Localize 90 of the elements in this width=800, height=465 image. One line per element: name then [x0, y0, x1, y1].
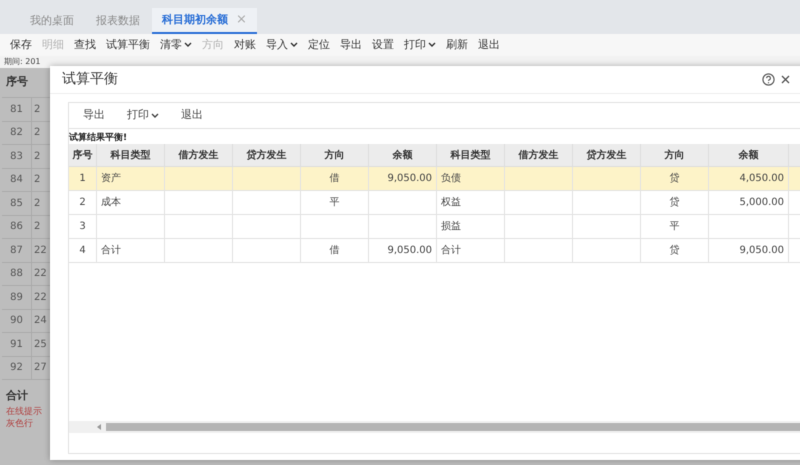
dialog-toolbar-button[interactable]: 打印	[127, 107, 159, 124]
column-header: 序号	[69, 144, 97, 166]
column-header: 方向	[301, 144, 369, 166]
grid-cell-text: 2	[33, 173, 42, 188]
toolbar-button[interactable]: 对账	[234, 36, 256, 54]
column-header: 科目类型	[437, 144, 505, 166]
column-header: 余额	[709, 144, 789, 166]
table-cell-text: 3	[79, 220, 86, 234]
grid-cell-text: 2	[33, 102, 42, 117]
table-cell-text: 贷	[670, 244, 680, 258]
grid-cell: 90	[2, 310, 32, 332]
grid-cell-text: 2	[33, 150, 42, 164]
table-cell-text: 合计	[101, 244, 121, 258]
result-message: 试算结果平衡!	[69, 133, 128, 144]
grid-cell-text: 25	[33, 338, 48, 352]
grid-cell-text: 24	[33, 314, 48, 328]
grid-cell-text: 22	[33, 267, 48, 282]
column-header: 方向	[641, 144, 709, 166]
grid-cell: 81	[2, 98, 32, 120]
tab[interactable]: 科目期初余额 ×	[152, 8, 257, 34]
column-header: 借方发生	[165, 144, 233, 166]
toolbar-button[interactable]: 清零	[160, 36, 192, 54]
table-cell-text: 平	[670, 220, 680, 234]
close-icon[interactable]	[781, 75, 790, 84]
column-header: 余额	[369, 144, 437, 166]
column-header: 借方发生	[505, 144, 573, 166]
table-cell-text: 损益	[441, 220, 461, 234]
total-label: 合计	[6, 388, 28, 404]
toolbar-button[interactable]: 导入	[266, 36, 298, 54]
grid-cell-text: 27	[33, 361, 48, 376]
toolbar-button[interactable]: 试算平衡	[106, 36, 150, 54]
scrollbar-thumb[interactable]	[106, 423, 800, 431]
grid-cell: 88	[2, 262, 32, 285]
table-cell-text: 合计	[441, 244, 461, 258]
table-cell-text: 成本	[101, 196, 121, 210]
hint-text: 在线提示	[5, 406, 43, 418]
horizontal-scrollbar[interactable]	[69, 421, 800, 433]
grid-cell: 91	[2, 333, 32, 356]
table-cell-text: 贷	[670, 196, 680, 210]
table-cell-text: 9,050.00	[387, 172, 432, 186]
table-cell-text: 贷	[670, 172, 680, 186]
table-cell-text: 平	[330, 196, 340, 210]
toolbar-button[interactable]: 定位	[308, 36, 330, 54]
period-label: 期间: 201	[4, 58, 41, 66]
grid-cell-text: 2	[33, 126, 42, 140]
toolbar-button[interactable]: 退出	[478, 36, 500, 54]
table-cell-text: 4,050.00	[739, 172, 784, 186]
grid-cell: 82	[2, 122, 32, 144]
toolbar-button[interactable]: 刷新	[446, 36, 468, 54]
table-row[interactable]: 4 合计 借 9,050.00 合计 贷 9,050.00	[69, 239, 800, 263]
grid-cell: 89	[2, 286, 32, 308]
table-cell-text: 9,050.00	[739, 244, 784, 258]
dialog-title: 试算平衡	[62, 70, 119, 89]
table-cell-text: 权益	[441, 196, 461, 210]
table-cell-text: 4	[79, 244, 86, 258]
table-cell-text: 借	[330, 172, 340, 186]
grid-cell-text: 2	[33, 196, 42, 211]
dialog-toolbar-button[interactable]: 导出	[83, 107, 105, 124]
help-icon[interactable]	[762, 73, 775, 86]
table-row[interactable]: 2 成本 平 权益 贷 5,000.00	[69, 191, 800, 215]
grid-cell: 83	[2, 145, 32, 168]
table-cell-text: 负债	[441, 172, 461, 186]
grid-header-cell-text: 序号	[5, 74, 29, 90]
table-row[interactable]: 3 损益 平	[69, 215, 800, 239]
table-cell-text: 9,050.00	[387, 244, 432, 258]
column-header: 科目类型	[97, 144, 165, 166]
grid-cell-text: 2	[33, 220, 42, 234]
grid-cell: 84	[2, 168, 32, 191]
scroll-left-icon[interactable]	[97, 424, 102, 430]
toolbar-button[interactable]: 查找	[74, 36, 96, 54]
table-cell-text: 2	[79, 196, 86, 210]
grid-cell: 86	[2, 216, 32, 238]
table-cell-text: 5,000.00	[739, 196, 784, 210]
table-cell-text: 资产	[101, 172, 121, 186]
dialog-toolbar-button[interactable]: 退出	[181, 107, 203, 124]
grid-cell: 87	[2, 239, 32, 262]
column-header: 贷方发生	[233, 144, 301, 166]
grid-cell: 85	[2, 192, 32, 214]
grid-cell-text: 22	[33, 290, 48, 305]
toolbar-button[interactable]: 设置	[372, 36, 394, 54]
table-row[interactable]: 1 资产 借 9,050.00 负债 贷 4,050.00	[69, 167, 800, 191]
column-header: 贷方发生	[573, 144, 641, 166]
toolbar-button[interactable]: 导出	[340, 36, 362, 54]
grid-cell-text: 22	[33, 244, 48, 258]
table-cell-text: 借	[330, 244, 340, 258]
toolbar-button[interactable]: 打印	[404, 36, 436, 54]
toolbar-button[interactable]: 保存	[10, 36, 32, 54]
table-cell-text: 1	[79, 172, 86, 186]
hint-text: 灰色行	[5, 418, 34, 430]
grid-cell: 92	[2, 356, 32, 379]
